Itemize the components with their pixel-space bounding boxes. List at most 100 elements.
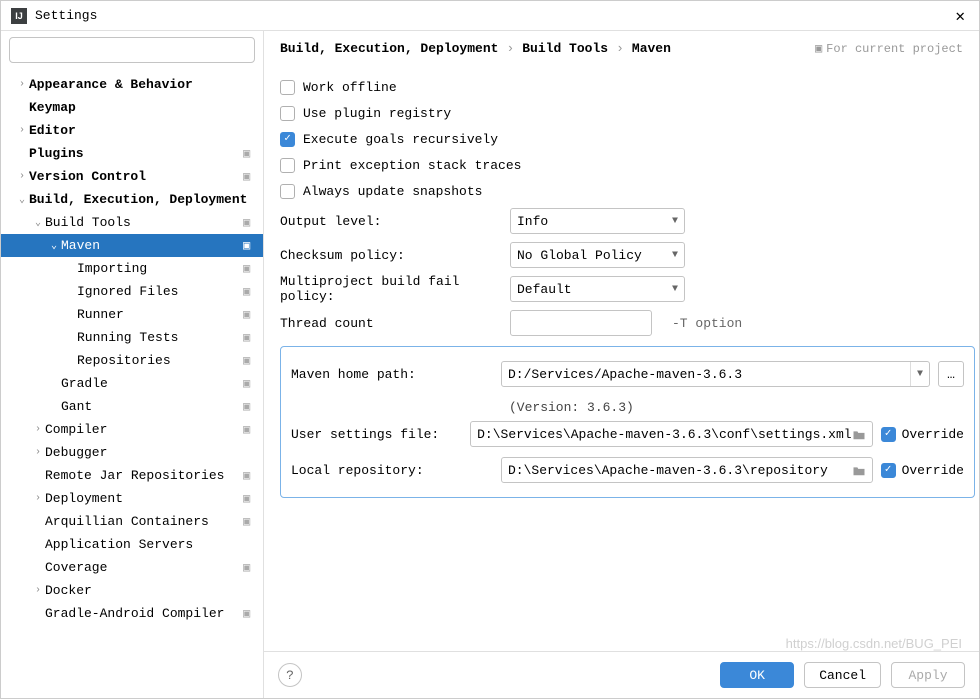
override-label: Override bbox=[902, 463, 964, 478]
output-level-select[interactable]: Info▼ bbox=[510, 208, 685, 234]
tree-plugins[interactable]: Plugins▣ bbox=[1, 142, 263, 165]
tree-gradle[interactable]: Gradle▣ bbox=[1, 372, 263, 395]
checksum-select[interactable]: No Global Policy▼ bbox=[510, 242, 685, 268]
tree-maven[interactable]: ⌄Maven▣ bbox=[1, 234, 263, 257]
project-icon: ▣ bbox=[243, 422, 257, 437]
snapshots-checkbox[interactable] bbox=[280, 184, 295, 199]
plugin-registry-label: Use plugin registry bbox=[303, 106, 451, 121]
user-settings-input[interactable]: D:\Services\Apache-maven-3.6.3\conf\sett… bbox=[470, 421, 872, 447]
project-icon: ▣ bbox=[243, 307, 257, 322]
crumb-buildtools[interactable]: Build Tools bbox=[522, 41, 608, 56]
tree-gradleandroid[interactable]: Gradle-Android Compiler▣ bbox=[1, 602, 263, 625]
help-icon: ? bbox=[286, 668, 294, 683]
project-icon: ▣ bbox=[243, 606, 257, 621]
close-icon[interactable]: ✕ bbox=[951, 6, 969, 26]
tree-buildtools[interactable]: ⌄Build Tools▣ bbox=[1, 211, 263, 234]
scope-hint: ▣For current project bbox=[815, 41, 963, 56]
recursive-label: Execute goals recursively bbox=[303, 132, 498, 147]
project-icon: ▣ bbox=[243, 330, 257, 345]
tree-arquillian[interactable]: Arquillian Containers▣ bbox=[1, 510, 263, 533]
project-icon: ▣ bbox=[243, 514, 257, 529]
project-icon: ▣ bbox=[243, 169, 257, 184]
chevron-right-icon: › bbox=[506, 41, 514, 56]
chevron-down-icon: ▼ bbox=[672, 216, 678, 227]
project-icon: ▣ bbox=[815, 41, 822, 56]
help-button[interactable]: ? bbox=[278, 663, 302, 687]
work-offline-checkbox[interactable] bbox=[280, 80, 295, 95]
tree-bed[interactable]: ⌄Build, Execution, Deployment bbox=[1, 188, 263, 211]
tree-compiler[interactable]: ›Compiler▣ bbox=[1, 418, 263, 441]
tree-appservers[interactable]: Application Servers bbox=[1, 533, 263, 556]
button-bar: ? OK Cancel Apply bbox=[264, 651, 979, 698]
watermark: https://blog.csdn.net/BUG_PEI bbox=[786, 636, 962, 651]
settings-tree: ›Appearance & Behavior Keymap ›Editor Pl… bbox=[1, 69, 263, 698]
project-icon: ▣ bbox=[243, 284, 257, 299]
local-repo-label: Local repository: bbox=[291, 463, 493, 478]
maven-home-browse-button[interactable]: … bbox=[938, 361, 964, 387]
work-offline-label: Work offline bbox=[303, 80, 397, 95]
tree-runner[interactable]: Runner▣ bbox=[1, 303, 263, 326]
app-icon: IJ bbox=[11, 8, 27, 24]
local-repo-override-checkbox[interactable] bbox=[881, 463, 896, 478]
tree-vcs[interactable]: ›Version Control▣ bbox=[1, 165, 263, 188]
threadcount-input[interactable] bbox=[510, 310, 652, 336]
chevron-down-icon: ▼ bbox=[910, 362, 923, 386]
search-input[interactable] bbox=[9, 37, 255, 63]
failpolicy-select[interactable]: Default▼ bbox=[510, 276, 685, 302]
stacktrace-checkbox[interactable] bbox=[280, 158, 295, 173]
folder-icon bbox=[852, 429, 866, 440]
paths-panel: Maven home path: D:/Services/Apache-mave… bbox=[280, 346, 975, 498]
window-title: Settings bbox=[35, 8, 951, 23]
local-repo-input[interactable]: D:\Services\Apache-maven-3.6.3\repositor… bbox=[501, 457, 873, 483]
output-level-label: Output level: bbox=[280, 214, 498, 229]
project-icon: ▣ bbox=[243, 146, 257, 161]
tree-gant[interactable]: Gant▣ bbox=[1, 395, 263, 418]
user-settings-override-checkbox[interactable] bbox=[881, 427, 896, 442]
user-settings-label: User settings file: bbox=[291, 427, 462, 442]
maven-version: (Version: 3.6.3) bbox=[291, 395, 964, 419]
tree-appearance[interactable]: ›Appearance & Behavior bbox=[1, 73, 263, 96]
recursive-checkbox[interactable] bbox=[280, 132, 295, 147]
project-icon: ▣ bbox=[243, 353, 257, 368]
project-icon: ▣ bbox=[243, 261, 257, 276]
tree-runningtests[interactable]: Running Tests▣ bbox=[1, 326, 263, 349]
project-icon: ▣ bbox=[243, 238, 257, 253]
tree-debugger[interactable]: ›Debugger bbox=[1, 441, 263, 464]
tree-importing[interactable]: Importing▣ bbox=[1, 257, 263, 280]
crumb-bed[interactable]: Build, Execution, Deployment bbox=[280, 41, 498, 56]
crumb-maven: Maven bbox=[632, 41, 671, 56]
tree-repositories[interactable]: Repositories▣ bbox=[1, 349, 263, 372]
plugin-registry-checkbox[interactable] bbox=[280, 106, 295, 121]
ellipsis-icon: … bbox=[947, 367, 955, 382]
tree-editor[interactable]: ›Editor bbox=[1, 119, 263, 142]
tree-remotejar[interactable]: Remote Jar Repositories▣ bbox=[1, 464, 263, 487]
ok-button[interactable]: OK bbox=[720, 662, 794, 688]
tree-deployment[interactable]: ›Deployment▣ bbox=[1, 487, 263, 510]
settings-content: Work offline Use plugin registry Execute… bbox=[264, 64, 979, 651]
tree-coverage[interactable]: Coverage▣ bbox=[1, 556, 263, 579]
maven-home-label: Maven home path: bbox=[291, 367, 493, 382]
tree-keymap[interactable]: Keymap bbox=[1, 96, 263, 119]
project-icon: ▣ bbox=[243, 215, 257, 230]
apply-button[interactable]: Apply bbox=[891, 662, 965, 688]
maven-home-combo[interactable]: D:/Services/Apache-maven-3.6.3▼ bbox=[501, 361, 930, 387]
tree-docker[interactable]: ›Docker bbox=[1, 579, 263, 602]
checksum-label: Checksum policy: bbox=[280, 248, 498, 263]
project-icon: ▣ bbox=[243, 468, 257, 483]
chevron-down-icon: ▼ bbox=[672, 284, 678, 295]
breadcrumb: Build, Execution, Deployment › Build Too… bbox=[264, 31, 979, 64]
project-icon: ▣ bbox=[243, 491, 257, 506]
sidebar: ›Appearance & Behavior Keymap ›Editor Pl… bbox=[1, 31, 264, 698]
failpolicy-label: Multiproject build fail policy: bbox=[280, 274, 498, 304]
threadcount-label: Thread count bbox=[280, 316, 498, 331]
override-label: Override bbox=[902, 427, 964, 442]
titlebar: IJ Settings ✕ bbox=[1, 1, 979, 31]
threadcount-hint: -T option bbox=[672, 316, 742, 331]
project-icon: ▣ bbox=[243, 560, 257, 575]
folder-icon bbox=[852, 465, 866, 476]
chevron-down-icon: ▼ bbox=[672, 250, 678, 261]
cancel-button[interactable]: Cancel bbox=[804, 662, 881, 688]
project-icon: ▣ bbox=[243, 376, 257, 391]
stacktrace-label: Print exception stack traces bbox=[303, 158, 521, 173]
tree-ignored[interactable]: Ignored Files▣ bbox=[1, 280, 263, 303]
